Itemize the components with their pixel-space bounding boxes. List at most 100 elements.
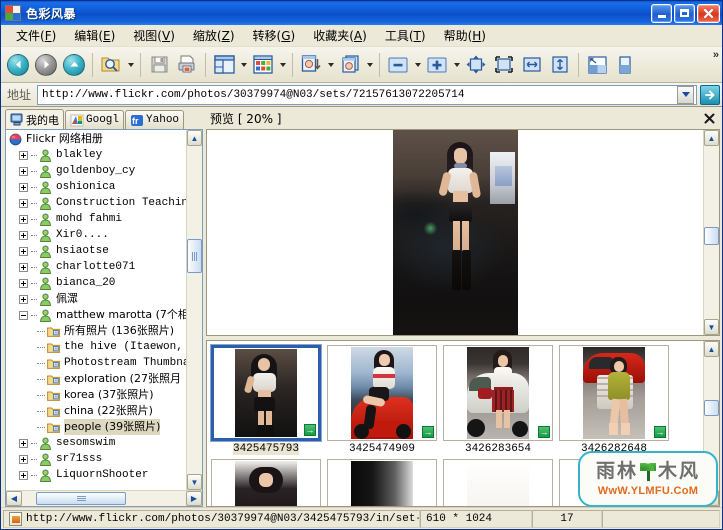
save-button[interactable] [145, 50, 173, 80]
close-button[interactable] [697, 4, 720, 23]
tree-scroll-up-button[interactable]: ▲ [187, 130, 202, 146]
tree-node[interactable]: korea (37张照片) [7, 387, 186, 403]
tree-vertical-scrollbar[interactable]: ▲ ▼ [186, 130, 202, 490]
tree-node[interactable]: Photostream Thumbnai [7, 355, 186, 371]
thumbnail-item[interactable] [327, 459, 437, 506]
tab-my-computer[interactable]: 我的电 [5, 109, 64, 129]
thumbnail-item[interactable]: →3425475793 [211, 345, 321, 455]
menu-item-edit[interactable]: 编辑(E) [65, 24, 124, 47]
menu-item-tools[interactable]: 工具(T) [376, 24, 435, 47]
tree-node-root[interactable]: Flickr 网络相册 [7, 131, 186, 147]
toolbar-overflow-button[interactable]: » [713, 49, 719, 61]
zoom-out-button[interactable] [384, 50, 412, 80]
batch-download-dropdown-arrow[interactable] [364, 50, 375, 80]
address-input[interactable]: http://www.flickr.com/photos/30379974@N0… [37, 85, 697, 105]
expand-toggle-icon[interactable] [19, 231, 28, 240]
toggle-preview-panel[interactable] [611, 50, 639, 80]
thumbnail-frame[interactable]: → [327, 345, 437, 441]
expand-toggle-icon[interactable] [19, 199, 28, 208]
zoom-out-dropdown-arrow[interactable] [412, 50, 423, 80]
thumbnail-item[interactable]: →3426283654 [443, 345, 553, 455]
menu-item-zoom[interactable]: 缩放(Z) [184, 24, 244, 47]
open-in-browser-icon[interactable]: → [538, 426, 550, 438]
layout-dropdown-arrow[interactable] [238, 50, 249, 80]
thumbnail-frame[interactable] [443, 459, 553, 506]
tree-node[interactable]: Xir0.... [7, 227, 186, 243]
search-dropdown-arrow[interactable] [125, 50, 136, 80]
tree-node[interactable]: 佩潀 [7, 291, 186, 307]
tree-hscroll-thumb[interactable] [36, 492, 126, 505]
collapse-toggle-icon[interactable] [19, 311, 28, 320]
tree-node[interactable]: hsiaotse [7, 243, 186, 259]
thumbnail-frame[interactable]: → [559, 345, 669, 441]
thumbnail-view-button[interactable] [249, 50, 277, 80]
tree-scroll-down-button[interactable]: ▼ [187, 474, 202, 490]
expand-toggle-icon[interactable] [19, 295, 28, 304]
fit-window-button[interactable] [462, 50, 490, 80]
download-button[interactable] [297, 50, 325, 80]
expand-toggle-icon[interactable] [19, 439, 28, 448]
tree-node[interactable]: matthew marotta (7个相所 [7, 307, 186, 323]
tree-node[interactable]: oshionica [7, 179, 186, 195]
thumbnail-item[interactable] [211, 459, 321, 506]
tree-scroll-right-button[interactable]: ▶ [186, 491, 202, 506]
thumbnail-frame[interactable] [211, 459, 321, 506]
tree-node[interactable]: people (39张照片) [7, 419, 186, 435]
tree-node[interactable]: blakley [7, 147, 186, 163]
expand-toggle-icon[interactable] [19, 247, 28, 256]
tree-scroll-thumb[interactable] [187, 239, 202, 273]
expand-toggle-icon[interactable] [19, 183, 28, 192]
fit-height-button[interactable] [546, 50, 574, 80]
tab-google[interactable]: Googl [65, 110, 124, 129]
forward-button[interactable] [32, 50, 60, 80]
search-button[interactable] [97, 50, 125, 80]
thumbnail-item[interactable] [443, 459, 553, 506]
print-button[interactable] [173, 50, 201, 80]
folder-tree[interactable]: Flickr 网络相册blakleygoldenboy_cyoshionicaC… [6, 130, 186, 490]
back-button[interactable] [4, 50, 32, 80]
tree-node[interactable]: china (22张照片) [7, 403, 186, 419]
expand-toggle-icon[interactable] [19, 455, 28, 464]
expand-toggle-icon[interactable] [19, 279, 28, 288]
tree-node[interactable]: the hive (Itaewon, S [7, 339, 186, 355]
zoom-in-dropdown-arrow[interactable] [451, 50, 462, 80]
expand-toggle-icon[interactable] [19, 151, 28, 160]
preview-scroll-thumb[interactable] [704, 227, 719, 245]
actual-size-button[interactable] [490, 50, 518, 80]
thumbnail-frame[interactable] [327, 459, 437, 506]
go-button[interactable] [700, 85, 720, 105]
tree-node[interactable]: sesomswim [7, 435, 186, 451]
tree-node[interactable]: bianca_20 [7, 275, 186, 291]
preview-canvas[interactable] [207, 130, 703, 335]
thumbnail-view-dropdown-arrow[interactable] [277, 50, 288, 80]
thumbnail-scroll-thumb[interactable] [704, 400, 719, 416]
tree-node[interactable]: mohd fahmi [7, 211, 186, 227]
tree-horizontal-scrollbar[interactable]: ◀ ▶ [6, 490, 202, 506]
tab-yahoo[interactable]: fr Yahoo [125, 110, 184, 129]
preview-scroll-up-button[interactable]: ▲ [704, 130, 719, 146]
expand-toggle-icon[interactable] [19, 263, 28, 272]
thumbnail-scroll-up-button[interactable]: ▲ [704, 341, 719, 357]
thumbnail-item[interactable]: →3425474909 [327, 345, 437, 455]
tree-node[interactable]: goldenboy_cy [7, 163, 186, 179]
thumbnail-frame[interactable]: → [211, 345, 321, 441]
menu-item-favorites[interactable]: 收藏夹(A) [304, 24, 376, 47]
tree-node[interactable]: 所有照片 (136张照片) [7, 323, 186, 339]
download-dropdown-arrow[interactable] [325, 50, 336, 80]
maximize-button[interactable] [674, 4, 695, 23]
preview-scroll-down-button[interactable]: ▼ [704, 319, 719, 335]
toggle-tree-panel[interactable] [583, 50, 611, 80]
fit-width-button[interactable] [518, 50, 546, 80]
open-in-browser-icon[interactable]: → [304, 424, 316, 436]
tree-node[interactable]: charlotte071 [7, 259, 186, 275]
preview-close-button[interactable] [702, 111, 716, 125]
thumbnail-frame[interactable]: → [443, 345, 553, 441]
open-in-browser-icon[interactable]: → [422, 426, 434, 438]
preview-vertical-scrollbar[interactable]: ▲ ▼ [703, 130, 719, 335]
expand-toggle-icon[interactable] [19, 167, 28, 176]
zoom-in-button[interactable] [423, 50, 451, 80]
thumbnail-item[interactable]: →3426282648 [559, 345, 669, 455]
expand-toggle-icon[interactable] [19, 471, 28, 480]
batch-download-button[interactable] [336, 50, 364, 80]
layout-button[interactable] [210, 50, 238, 80]
